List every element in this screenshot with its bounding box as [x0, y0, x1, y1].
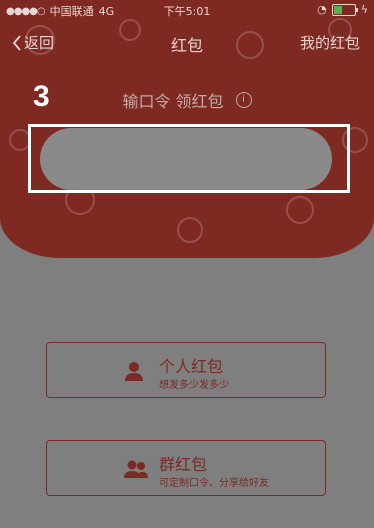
personal-red-packet-title: 个人红包: [159, 357, 224, 376]
group-red-packet-subtitle: 可定制口令、分享给好友: [159, 478, 269, 489]
navigation-bar: 返回 红包 我的红包: [0, 26, 374, 58]
personal-red-packet-subtitle: 想发多少发多少: [159, 380, 229, 391]
tutorial-highlight-box: [28, 124, 350, 193]
group-red-packet-button[interactable]: 群红包 可定制口令、分享给好友: [46, 440, 326, 496]
password-title-text: 输口令 领红包: [122, 92, 224, 111]
charging-icon: ϟ: [360, 3, 368, 16]
group-red-packet-title: 群红包: [159, 455, 208, 474]
info-icon[interactable]: i: [235, 92, 252, 108]
my-red-packets-link[interactable]: 我的红包: [300, 32, 360, 53]
password-section-title: 输口令 领红包 i: [0, 88, 374, 112]
alarm-icon: ◔: [317, 3, 327, 16]
battery-icon: [331, 3, 358, 16]
group-icon: [124, 460, 148, 478]
person-icon: [125, 362, 143, 381]
status-right: ◔ ϟ: [317, 3, 368, 16]
status-bar: ●●●●○ 中国联通 4G 下午5:01 ◔ ϟ: [0, 0, 374, 20]
personal-red-packet-button[interactable]: 个人红包 想发多少发多少: [46, 342, 326, 398]
